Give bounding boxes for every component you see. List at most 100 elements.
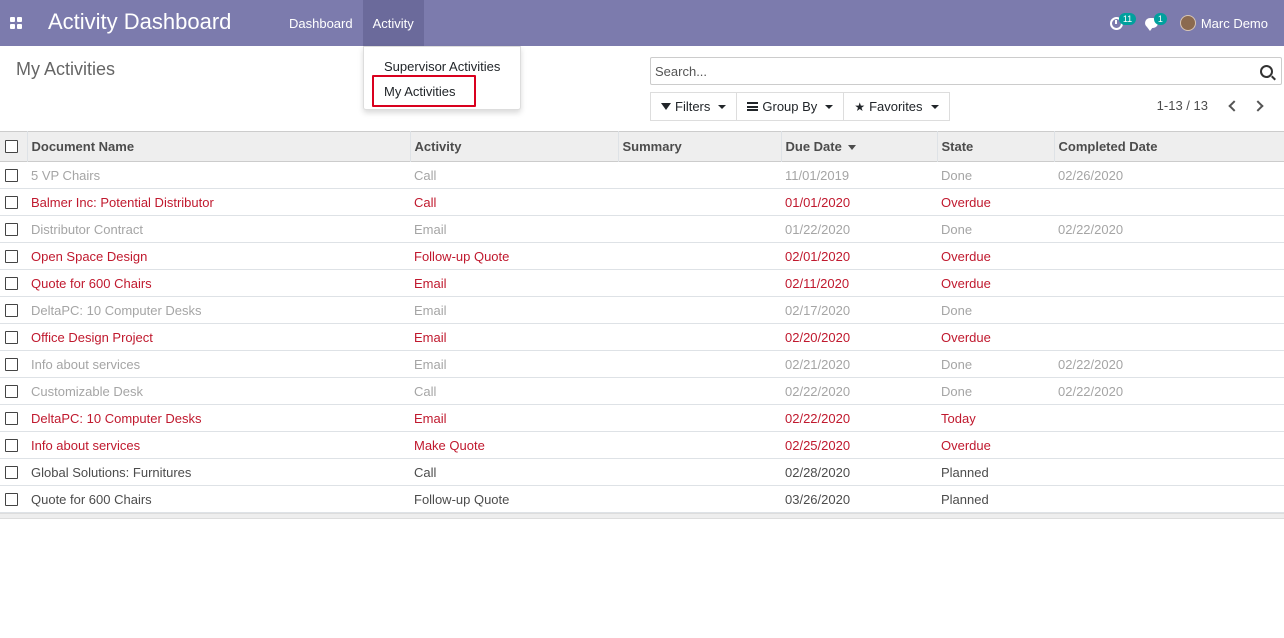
pager-value[interactable]: 1-13 / 13 [1157, 98, 1208, 113]
bars-icon [747, 102, 759, 111]
row-checkbox[interactable] [5, 411, 18, 425]
row-checkbox[interactable] [5, 465, 18, 479]
cell-due-date: 01/01/2020 [785, 194, 851, 210]
column-summary[interactable]: Summary [617, 131, 781, 162]
cell-summary [618, 405, 781, 432]
messaging-menu-button[interactable]: 1 [1144, 0, 1167, 46]
chevron-left-icon[interactable] [1228, 99, 1240, 112]
row-checkbox[interactable] [5, 222, 18, 236]
cell-summary [618, 243, 781, 270]
favorites-button[interactable]: ★ Favorites [843, 92, 950, 121]
message-count-badge: 1 [1153, 13, 1167, 25]
row-select-cell [0, 324, 27, 351]
cell-activity: Email [414, 302, 447, 318]
due-date-label: Due Date [785, 139, 842, 154]
sort-desc-icon [847, 145, 856, 151]
cell-summary [618, 378, 781, 405]
table-row[interactable]: Quote for 600 Chairs Email 02/11/2020 Overd… [0, 270, 1284, 297]
column-due-date[interactable]: Due Date [780, 131, 937, 162]
table-row[interactable]: Open Space Design Follow-up Quote 02/01/20… [0, 243, 1284, 270]
row-checkbox[interactable] [5, 276, 18, 290]
table-row[interactable]: Customizable Desk Call 02/22/2020 Done 02/22… [0, 378, 1284, 405]
cell-due-date: 02/01/2020 [785, 248, 851, 264]
table-row[interactable]: DeltaPC: 10 Computer Desks Email 02/22/202… [0, 405, 1284, 432]
column-activity[interactable]: Activity [409, 131, 618, 162]
column-completed-date[interactable]: Completed Date [1053, 131, 1284, 162]
group-by-label: Group By [762, 99, 818, 114]
table-row[interactable]: Global Solutions: Furnitures Call 02/28/20… [0, 459, 1284, 486]
caret-down-icon [825, 104, 834, 109]
cell-due-date: 02/28/2020 [785, 464, 851, 480]
row-checkbox[interactable] [5, 249, 18, 263]
menu-dashboard[interactable]: Dashboard [279, 0, 363, 46]
row-checkbox[interactable] [5, 438, 18, 452]
table-row[interactable]: Info about services Make Quote 02/25/2020 O… [0, 432, 1284, 459]
cell-due-date: 02/17/2020 [785, 302, 851, 318]
cell-due-date: 02/11/2020 [785, 275, 850, 291]
cell-completed-date: 02/22/2020 [1058, 221, 1124, 237]
table-row[interactable]: Info about services Email 02/21/2020 Done 02… [0, 351, 1284, 378]
filters-button[interactable]: Filters [650, 92, 738, 121]
row-checkbox[interactable] [5, 384, 18, 398]
apps-grid-icon [10, 17, 22, 29]
user-menu[interactable]: Marc Demo [1179, 15, 1268, 31]
row-checkbox[interactable] [5, 492, 18, 506]
cell-summary [618, 189, 781, 216]
table-header: Document Name Activity Summary Due Date … [0, 131, 1284, 162]
table-row[interactable]: Distributor Contract Email 01/22/2020 Done 0… [0, 216, 1284, 243]
row-select-cell [0, 459, 27, 486]
cell-document-name: Office Design Project [31, 329, 153, 345]
search-input[interactable] [651, 59, 1260, 83]
cell-completed-date [1054, 405, 1284, 432]
table-row[interactable]: Balmer Inc: Potential Distributor Call 01/… [0, 189, 1284, 216]
search-bar [650, 57, 1282, 85]
cell-document-name: Customizable Desk [31, 383, 143, 399]
menu-activity[interactable]: Activity [362, 0, 424, 46]
cell-state: Done [941, 167, 973, 183]
table-row[interactable]: DeltaPC: 10 Computer Desks Email 02/17/202… [0, 297, 1284, 324]
row-checkbox[interactable] [5, 330, 18, 344]
cell-state: Planned [941, 491, 989, 507]
apps-menu-button[interactable] [0, 0, 32, 46]
cell-completed-date [1054, 270, 1284, 297]
chevron-right-icon[interactable] [1252, 99, 1264, 112]
app-title: Activity Dashboard [48, 9, 232, 34]
select-all-checkbox[interactable] [5, 140, 18, 153]
cell-document-name: 5 VP Chairs [31, 167, 101, 183]
cell-state: Today [941, 410, 976, 426]
row-select-cell [0, 162, 27, 189]
activity-menu-button[interactable]: 11 [1109, 0, 1137, 46]
row-select-cell [0, 270, 27, 297]
row-select-cell [0, 216, 27, 243]
table-row[interactable]: Office Design Project Email 02/20/2020 Over… [0, 324, 1284, 351]
cell-state: Overdue [941, 329, 991, 345]
search-icon[interactable] [1260, 64, 1273, 78]
dropdown-item-my-activities[interactable]: My Activities [384, 84, 456, 99]
cell-document-name: Info about services [31, 437, 141, 453]
cell-state: Overdue [941, 248, 991, 264]
cell-document-name: Distributor Contract [31, 221, 143, 237]
column-document-name[interactable]: Document Name [26, 131, 410, 162]
row-checkbox[interactable] [5, 195, 18, 209]
cell-activity: Make Quote [414, 437, 485, 453]
row-checkbox[interactable] [5, 168, 18, 182]
caret-down-icon [930, 104, 939, 109]
cell-completed-date [1054, 459, 1284, 486]
table-row[interactable]: 5 VP Chairs Call 11/01/2019 Done 02/26/2020 [0, 162, 1284, 189]
column-state[interactable]: State [936, 131, 1054, 162]
cell-completed-date: 02/22/2020 [1058, 356, 1124, 372]
row-select-cell [0, 297, 27, 324]
cell-due-date: 02/22/2020 [785, 410, 851, 426]
cell-document-name: DeltaPC: 10 Computer Desks [31, 410, 202, 426]
group-by-button[interactable]: Group By [736, 92, 845, 121]
row-checkbox[interactable] [5, 303, 18, 317]
star-icon: ★ [854, 99, 866, 114]
filter-icon [661, 103, 671, 110]
row-select-cell [0, 351, 27, 378]
dropdown-item-supervisor-activities[interactable]: Supervisor Activities [384, 59, 500, 74]
cell-activity: Call [414, 383, 437, 399]
cell-completed-date: 02/26/2020 [1058, 167, 1124, 183]
table-row[interactable]: Quote for 600 Chairs Follow-up Quote 03/26… [0, 486, 1284, 513]
cell-summary [618, 486, 781, 513]
row-checkbox[interactable] [5, 357, 18, 371]
